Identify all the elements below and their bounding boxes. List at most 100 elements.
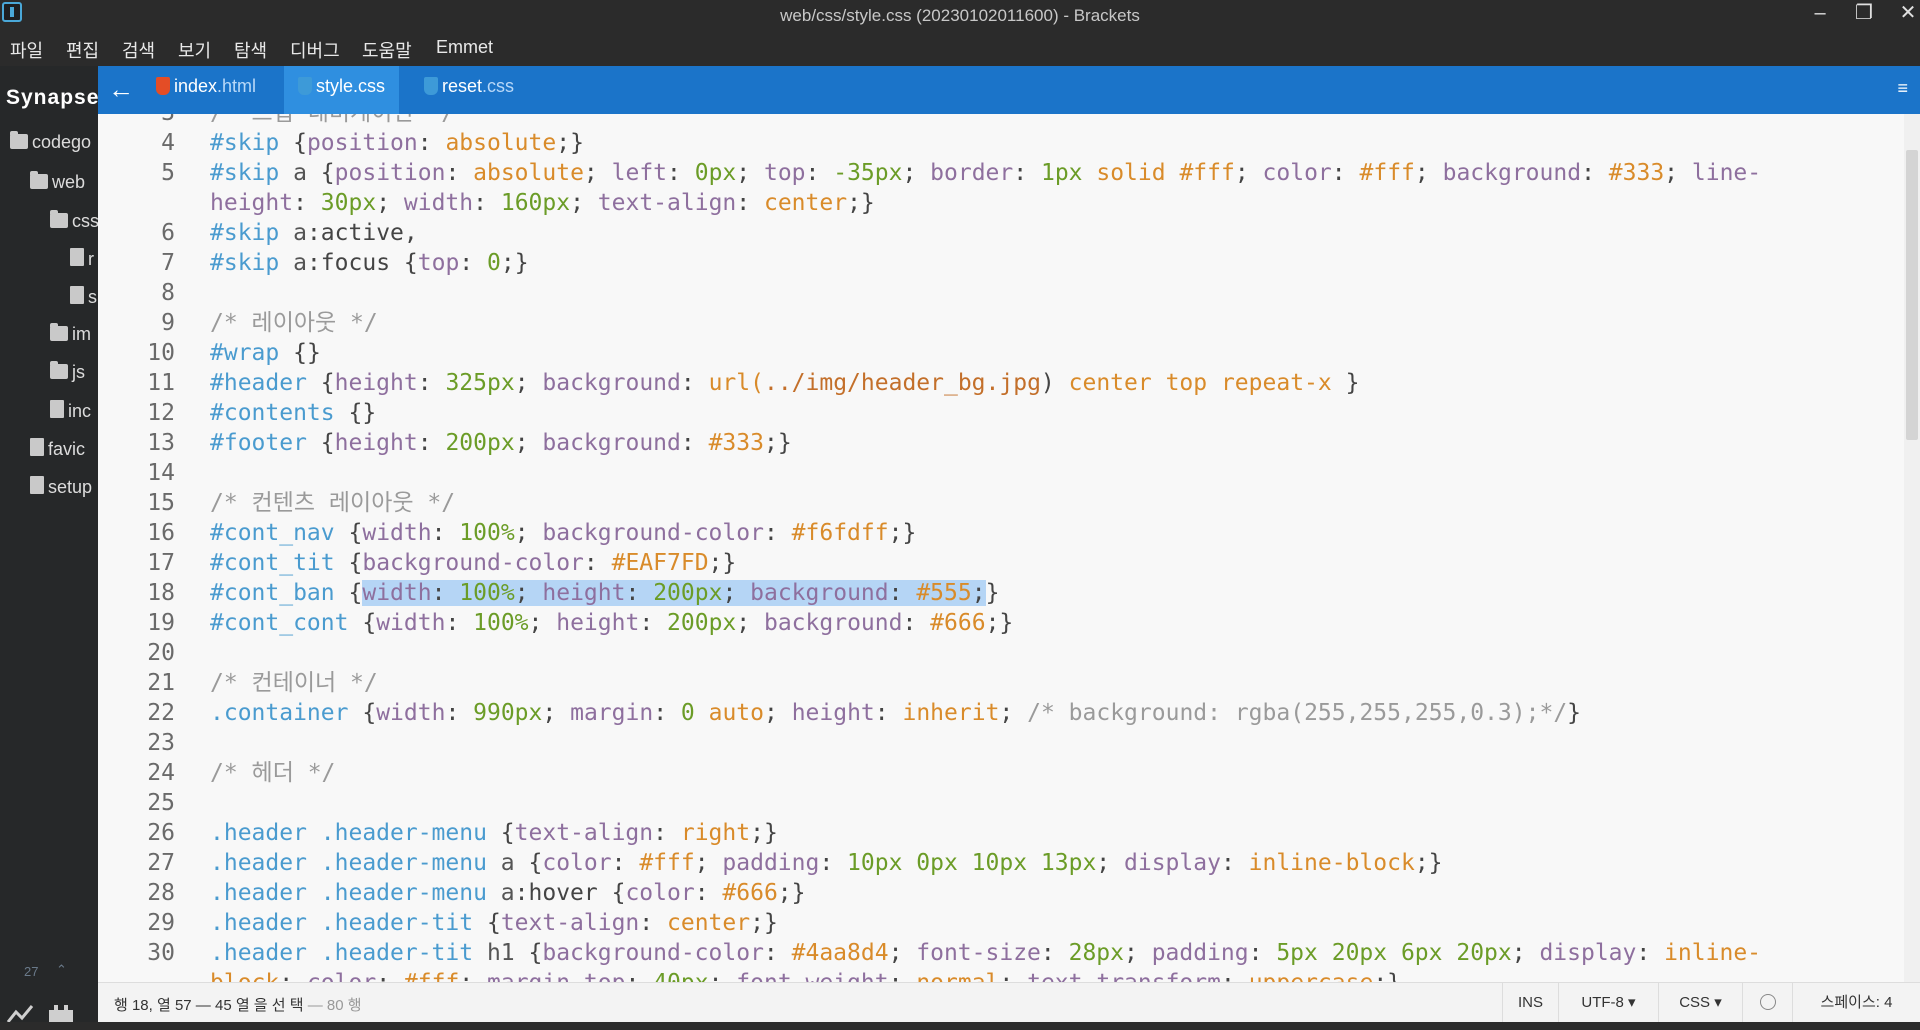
code-line[interactable]: 8 <box>98 278 1898 308</box>
code-token: 160px <box>500 190 571 216</box>
menu-file[interactable]: 파일 <box>10 37 43 63</box>
code-line[interactable]: 18 #cont_ban {width: 100%; height: 200px;… <box>98 578 1898 608</box>
code-line[interactable]: 20 <box>98 638 1898 668</box>
code-token: ;} <box>500 250 529 276</box>
code-token: 0px <box>694 160 737 186</box>
code-line[interactable]: 16 #cont_nav {width: 100%; background-col… <box>98 518 1898 548</box>
tab-style-css[interactable]: style.css <box>284 66 400 114</box>
code-line[interactable]: 14 <box>98 458 1898 488</box>
menu-icon[interactable]: ≡ <box>1897 78 1908 99</box>
code-line[interactable]: 19 #cont_cont {width: 100%; height: 200px… <box>98 608 1898 638</box>
menu-emmet[interactable]: Emmet <box>436 37 493 58</box>
code-editor[interactable]: 3/* 스킵 네비게이션 */4#skip {position: absolut… <box>98 114 1920 982</box>
linter-status-icon[interactable] <box>1742 983 1792 1023</box>
code-line[interactable]: block; color: #fff; margin-top: 40px; fo… <box>98 968 1898 982</box>
code-token: : <box>376 970 404 982</box>
indent-setting[interactable]: 스페이스: 4 <box>1792 983 1920 1023</box>
code-line[interactable]: 7 #skip a:focus {top: 0;} <box>98 248 1898 278</box>
selected-token: ; <box>722 580 751 606</box>
code-token: ;} <box>1414 850 1443 876</box>
restore-button[interactable]: ❐ <box>1844 0 1884 30</box>
menu-navigate[interactable]: 탐색 <box>234 37 267 63</box>
line-number: 12 <box>147 400 175 426</box>
selected-token: : <box>888 580 917 606</box>
project-title[interactable]: Synapse <box>6 86 98 110</box>
code-token: :hover <box>514 880 612 906</box>
code-line[interactable]: 17 #cont_tit {background-color: #EAF7FD;} <box>98 548 1898 578</box>
menu-debug[interactable]: 디버그 <box>290 37 340 63</box>
tab-reset-css[interactable]: reset.css <box>410 66 528 114</box>
tab-index-html[interactable]: index.html <box>142 66 270 114</box>
tree-folder-css[interactable]: css <box>50 210 98 235</box>
tree-file-reset[interactable]: r <box>70 248 94 272</box>
menu-search[interactable]: 검색 <box>122 37 155 63</box>
code-token: ; <box>763 700 792 726</box>
selected-token: 200px <box>653 580 723 606</box>
tree-folder-web[interactable]: web <box>30 171 86 196</box>
code-line[interactable]: 3 /* 스킵 네비게이션 */ <box>98 114 1898 128</box>
menu-edit[interactable]: 편집 <box>66 37 99 63</box>
code-token: { <box>528 850 543 876</box>
tree-folder-codego[interactable]: codego <box>10 131 91 156</box>
code-line[interactable]: 24 /* 헤더 */ <box>98 758 1898 788</box>
tree-file-style[interactable]: s <box>70 286 97 310</box>
line-number: 11 <box>147 370 175 396</box>
code-line[interactable]: 28 .header .header-menu a:hover {color: #… <box>98 878 1898 908</box>
close-button[interactable]: ✕ <box>1888 0 1920 30</box>
line-number: 5 <box>161 160 175 186</box>
insert-mode-toggle[interactable]: INS <box>1502 983 1558 1023</box>
menu-help[interactable]: 도움말 <box>362 37 412 63</box>
code-line[interactable]: 6 #skip a:active, <box>98 218 1898 248</box>
code-token: absolute <box>473 160 584 186</box>
code-token: absolute <box>445 130 557 156</box>
menu-view[interactable]: 보기 <box>178 37 211 63</box>
code-token: position <box>334 160 446 186</box>
tree-file-favicon[interactable]: favic <box>30 438 85 462</box>
code-token: : <box>611 850 640 876</box>
line-number: 18 <box>147 580 175 606</box>
line-number: 8 <box>161 280 175 306</box>
code-token: text-align <box>514 820 654 846</box>
code-token: display <box>1539 940 1637 966</box>
tree-folder-js[interactable]: js <box>50 361 85 386</box>
code-line[interactable]: 25 <box>98 788 1898 818</box>
tree-label: web <box>52 172 86 192</box>
code-line[interactable]: 12 #contents {} <box>98 398 1898 428</box>
code-token: 28px <box>1068 940 1124 966</box>
code-line[interactable]: 10 #wrap {} <box>98 338 1898 368</box>
code-token: width <box>403 190 474 216</box>
code-token: #fff <box>639 850 695 876</box>
code-line[interactable]: 9 /* 레이아웃 */ <box>98 308 1898 338</box>
code-token: top <box>763 160 806 186</box>
code-token: { <box>528 940 543 966</box>
encoding-select[interactable]: UTF-8 ▾ <box>1558 983 1658 1023</box>
scrollbar-thumb[interactable] <box>1906 150 1918 440</box>
code-token: position <box>306 130 418 156</box>
code-line[interactable]: height: 30px; width: 160px; text-align: … <box>98 188 1898 218</box>
code-line[interactable]: 26 .header .header-menu {text-align: righ… <box>98 818 1898 848</box>
code-line[interactable]: 22 .container {width: 990px; margin: 0 au… <box>98 698 1898 728</box>
code-token: { <box>500 820 515 846</box>
code-line[interactable]: 30 .header .header-tit h1 {background-col… <box>98 938 1898 968</box>
tree-file-setup[interactable]: setup <box>30 476 92 500</box>
code-line[interactable]: 5 #skip a {position: absolute; left: 0px;… <box>98 158 1898 188</box>
code-line[interactable]: 21 /* 컨테이너 */ <box>98 668 1898 698</box>
tree-folder-img[interactable]: im <box>50 323 91 348</box>
code-line[interactable]: 11 #header {height: 325px; background: ur… <box>98 368 1898 398</box>
code-line[interactable]: 29 .header .header-tit {text-align: cente… <box>98 908 1898 938</box>
code-line[interactable]: 23 <box>98 728 1898 758</box>
vertical-scrollbar[interactable] <box>1904 114 1920 982</box>
code-line[interactable]: 4 #skip {position: absolute;} <box>98 128 1898 158</box>
code-token: #666 <box>722 880 778 906</box>
code-token: : <box>889 970 917 982</box>
chevron-up-icon[interactable]: ⌃ <box>56 962 67 978</box>
minimize-button[interactable]: – <box>1800 0 1840 30</box>
back-arrow-icon[interactable]: ← <box>108 74 134 105</box>
code-line[interactable]: 15 /* 컨텐츠 레이아웃 */ <box>98 488 1898 518</box>
code-line[interactable]: 27 .header .header-menu a {color: #fff; p… <box>98 848 1898 878</box>
tree-file-inc[interactable]: inc <box>50 400 91 424</box>
code-line[interactable]: 13 #footer {height: 200px; background: #3… <box>98 428 1898 458</box>
language-select[interactable]: CSS ▾ <box>1658 983 1742 1023</box>
line-number: 23 <box>147 730 175 756</box>
tab-name: reset <box>442 76 483 96</box>
